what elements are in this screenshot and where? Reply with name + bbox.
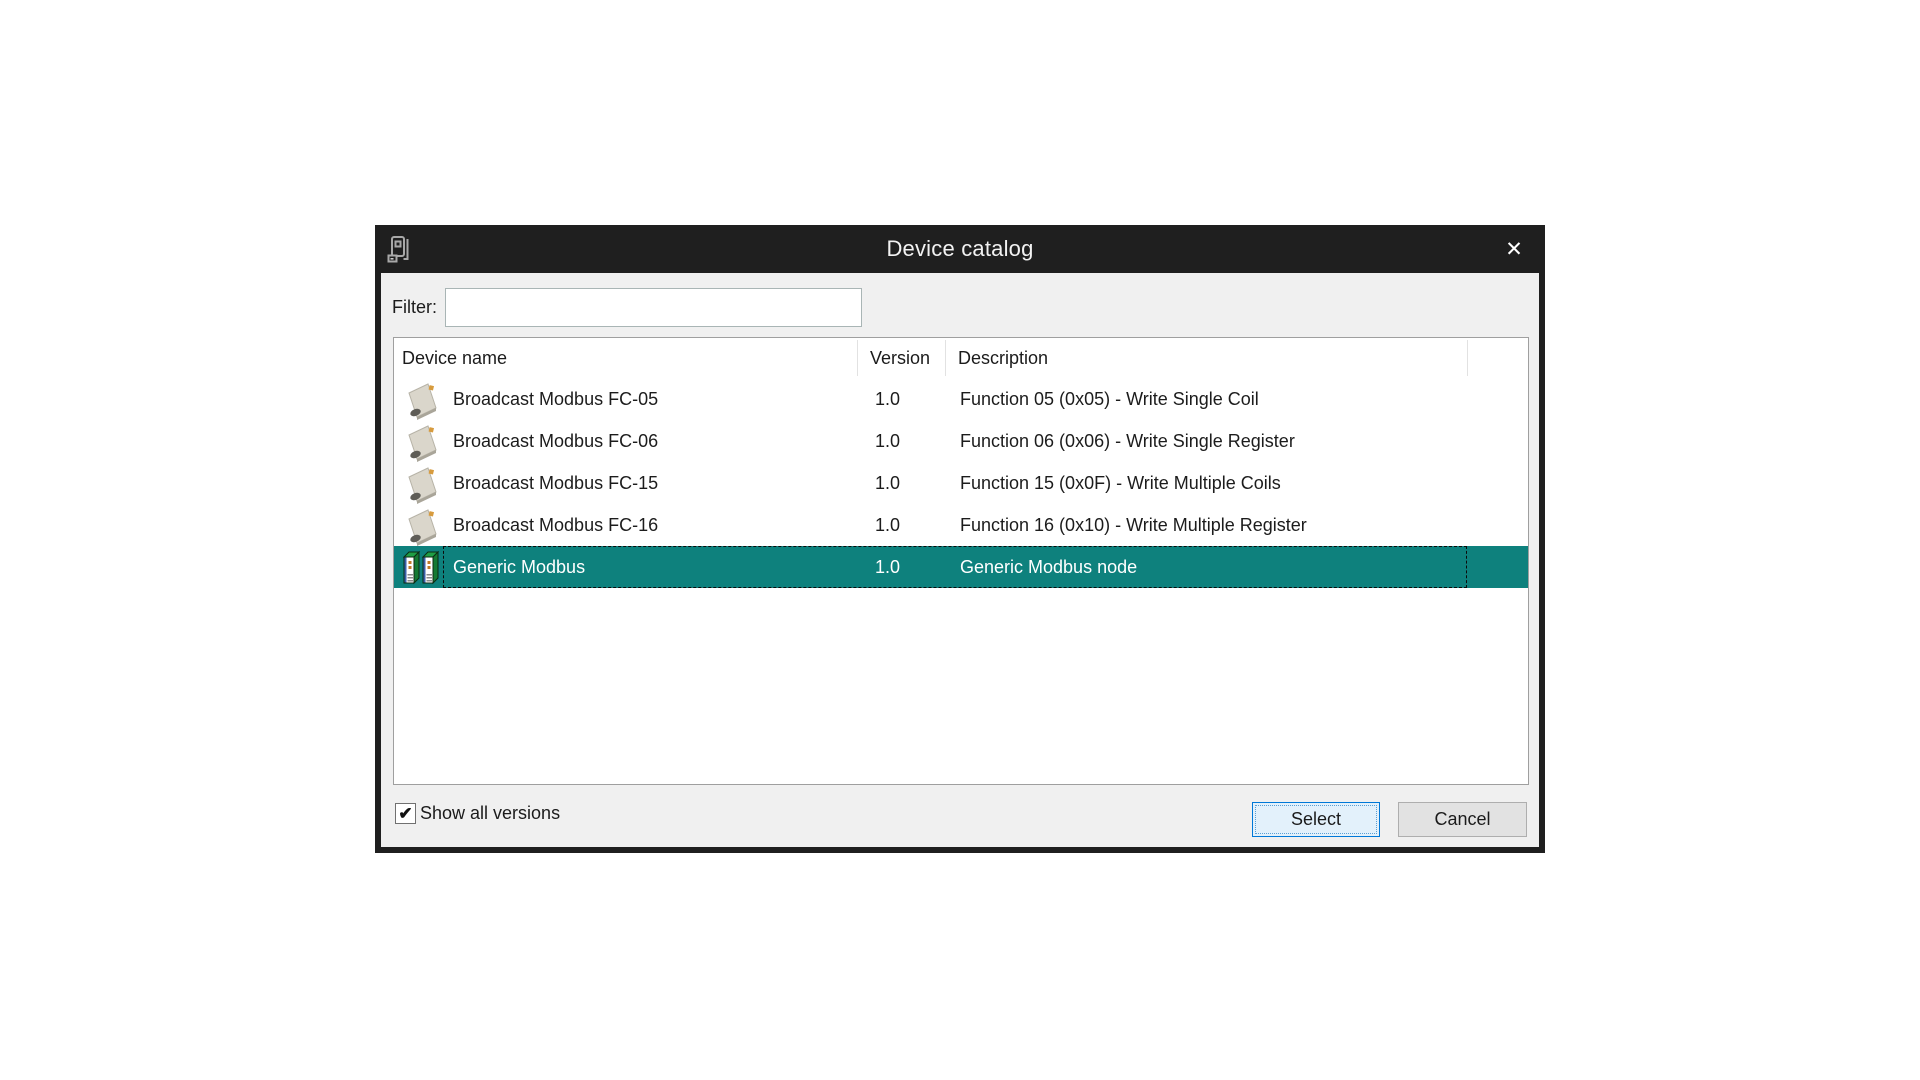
device-version-cell: 1.0: [875, 462, 900, 504]
device-name-cell: Broadcast Modbus FC-05: [453, 378, 658, 420]
device-description-cell: Function 05 (0x05) - Write Single Coil: [960, 378, 1259, 420]
column-header-version[interactable]: Version: [870, 338, 930, 378]
titlebar[interactable]: Device catalog ✕: [375, 225, 1545, 273]
device-row[interactable]: Generic Modbus 1.0 Generic Modbus node: [394, 546, 1528, 588]
cancel-button[interactable]: Cancel: [1398, 802, 1527, 837]
column-divider[interactable]: [1467, 340, 1468, 376]
device-name-cell: Broadcast Modbus FC-06: [453, 420, 658, 462]
device-description-cell: Function 15 (0x0F) - Write Multiple Coil…: [960, 462, 1281, 504]
close-button[interactable]: ✕: [1483, 225, 1545, 273]
device-row[interactable]: Broadcast Modbus FC-06 1.0 Function 06 (…: [394, 420, 1528, 462]
device-table: Device name Version Description Broadcas…: [393, 337, 1529, 785]
select-button[interactable]: Select: [1252, 802, 1380, 837]
device-row[interactable]: Broadcast Modbus FC-15 1.0 Function 15 (…: [394, 462, 1528, 504]
device-row[interactable]: Broadcast Modbus FC-05 1.0 Function 05 (…: [394, 378, 1528, 420]
table-body: Broadcast Modbus FC-05 1.0 Function 05 (…: [394, 378, 1528, 588]
selection-focus-rect: [443, 546, 1467, 588]
checkbox-box[interactable]: ✔: [395, 803, 416, 824]
checkmark-icon: ✔: [398, 805, 412, 822]
column-header-description[interactable]: Description: [958, 338, 1048, 378]
device-name-cell: Broadcast Modbus FC-16: [453, 504, 658, 546]
device-description-cell: Function 16 (0x10) - Write Multiple Regi…: [960, 504, 1307, 546]
column-divider[interactable]: [945, 340, 946, 376]
device-row[interactable]: Broadcast Modbus FC-16 1.0 Function 16 (…: [394, 504, 1528, 546]
filter-label: Filter:: [392, 288, 437, 327]
table-header: Device name Version Description: [394, 338, 1528, 378]
checkbox-label: Show all versions: [420, 803, 560, 824]
device-name-cell: Broadcast Modbus FC-15: [453, 462, 658, 504]
column-header-device-name[interactable]: Device name: [402, 338, 507, 378]
desktop-background: Device catalog ✕ Filter: Device name Ver…: [0, 0, 1920, 1080]
dialog-body: Filter: Device name Version Description: [381, 273, 1539, 847]
dialog-title: Device catalog: [375, 236, 1545, 262]
filter-input[interactable]: [445, 288, 862, 327]
generic-modbus-icon: [403, 548, 441, 588]
device-version-cell: 1.0: [875, 378, 900, 420]
show-all-versions-checkbox[interactable]: ✔ Show all versions: [395, 803, 560, 824]
broadcast-module-icon: [403, 464, 441, 504]
device-description-cell: Function 06 (0x06) - Write Single Regist…: [960, 420, 1295, 462]
broadcast-module-icon: [403, 422, 441, 462]
close-icon: ✕: [1505, 237, 1523, 262]
device-catalog-dialog: Device catalog ✕ Filter: Device name Ver…: [375, 225, 1545, 853]
device-version-cell: 1.0: [875, 420, 900, 462]
column-divider[interactable]: [857, 340, 858, 376]
broadcast-module-icon: [403, 506, 441, 546]
device-version-cell: 1.0: [875, 504, 900, 546]
broadcast-module-icon: [403, 380, 441, 420]
